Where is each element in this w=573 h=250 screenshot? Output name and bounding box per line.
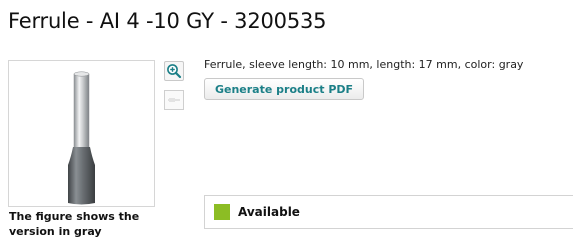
product-image-frame[interactable]	[8, 60, 155, 207]
image-caption: The figure shows the version in gray	[9, 210, 140, 238]
ferrule-sleeve	[73, 73, 90, 149]
product-description: Ferrule, sleeve length: 10 mm, length: 1…	[204, 58, 524, 71]
product-thumbnail[interactable]	[164, 90, 184, 110]
zoom-button[interactable]	[164, 61, 184, 81]
magnifier-plus-icon	[167, 64, 182, 79]
availability-status: Available	[238, 205, 300, 219]
ferrule-product-image	[68, 71, 95, 205]
generate-pdf-button[interactable]: Generate product PDF	[204, 78, 364, 100]
available-status-icon	[214, 204, 230, 220]
page-title: Ferrule - AI 4 -10 GY - 3200535	[8, 9, 327, 33]
product-thumbnail-icon	[168, 98, 180, 102]
availability-box: Available	[204, 195, 573, 229]
ferrule-collar	[68, 147, 95, 205]
